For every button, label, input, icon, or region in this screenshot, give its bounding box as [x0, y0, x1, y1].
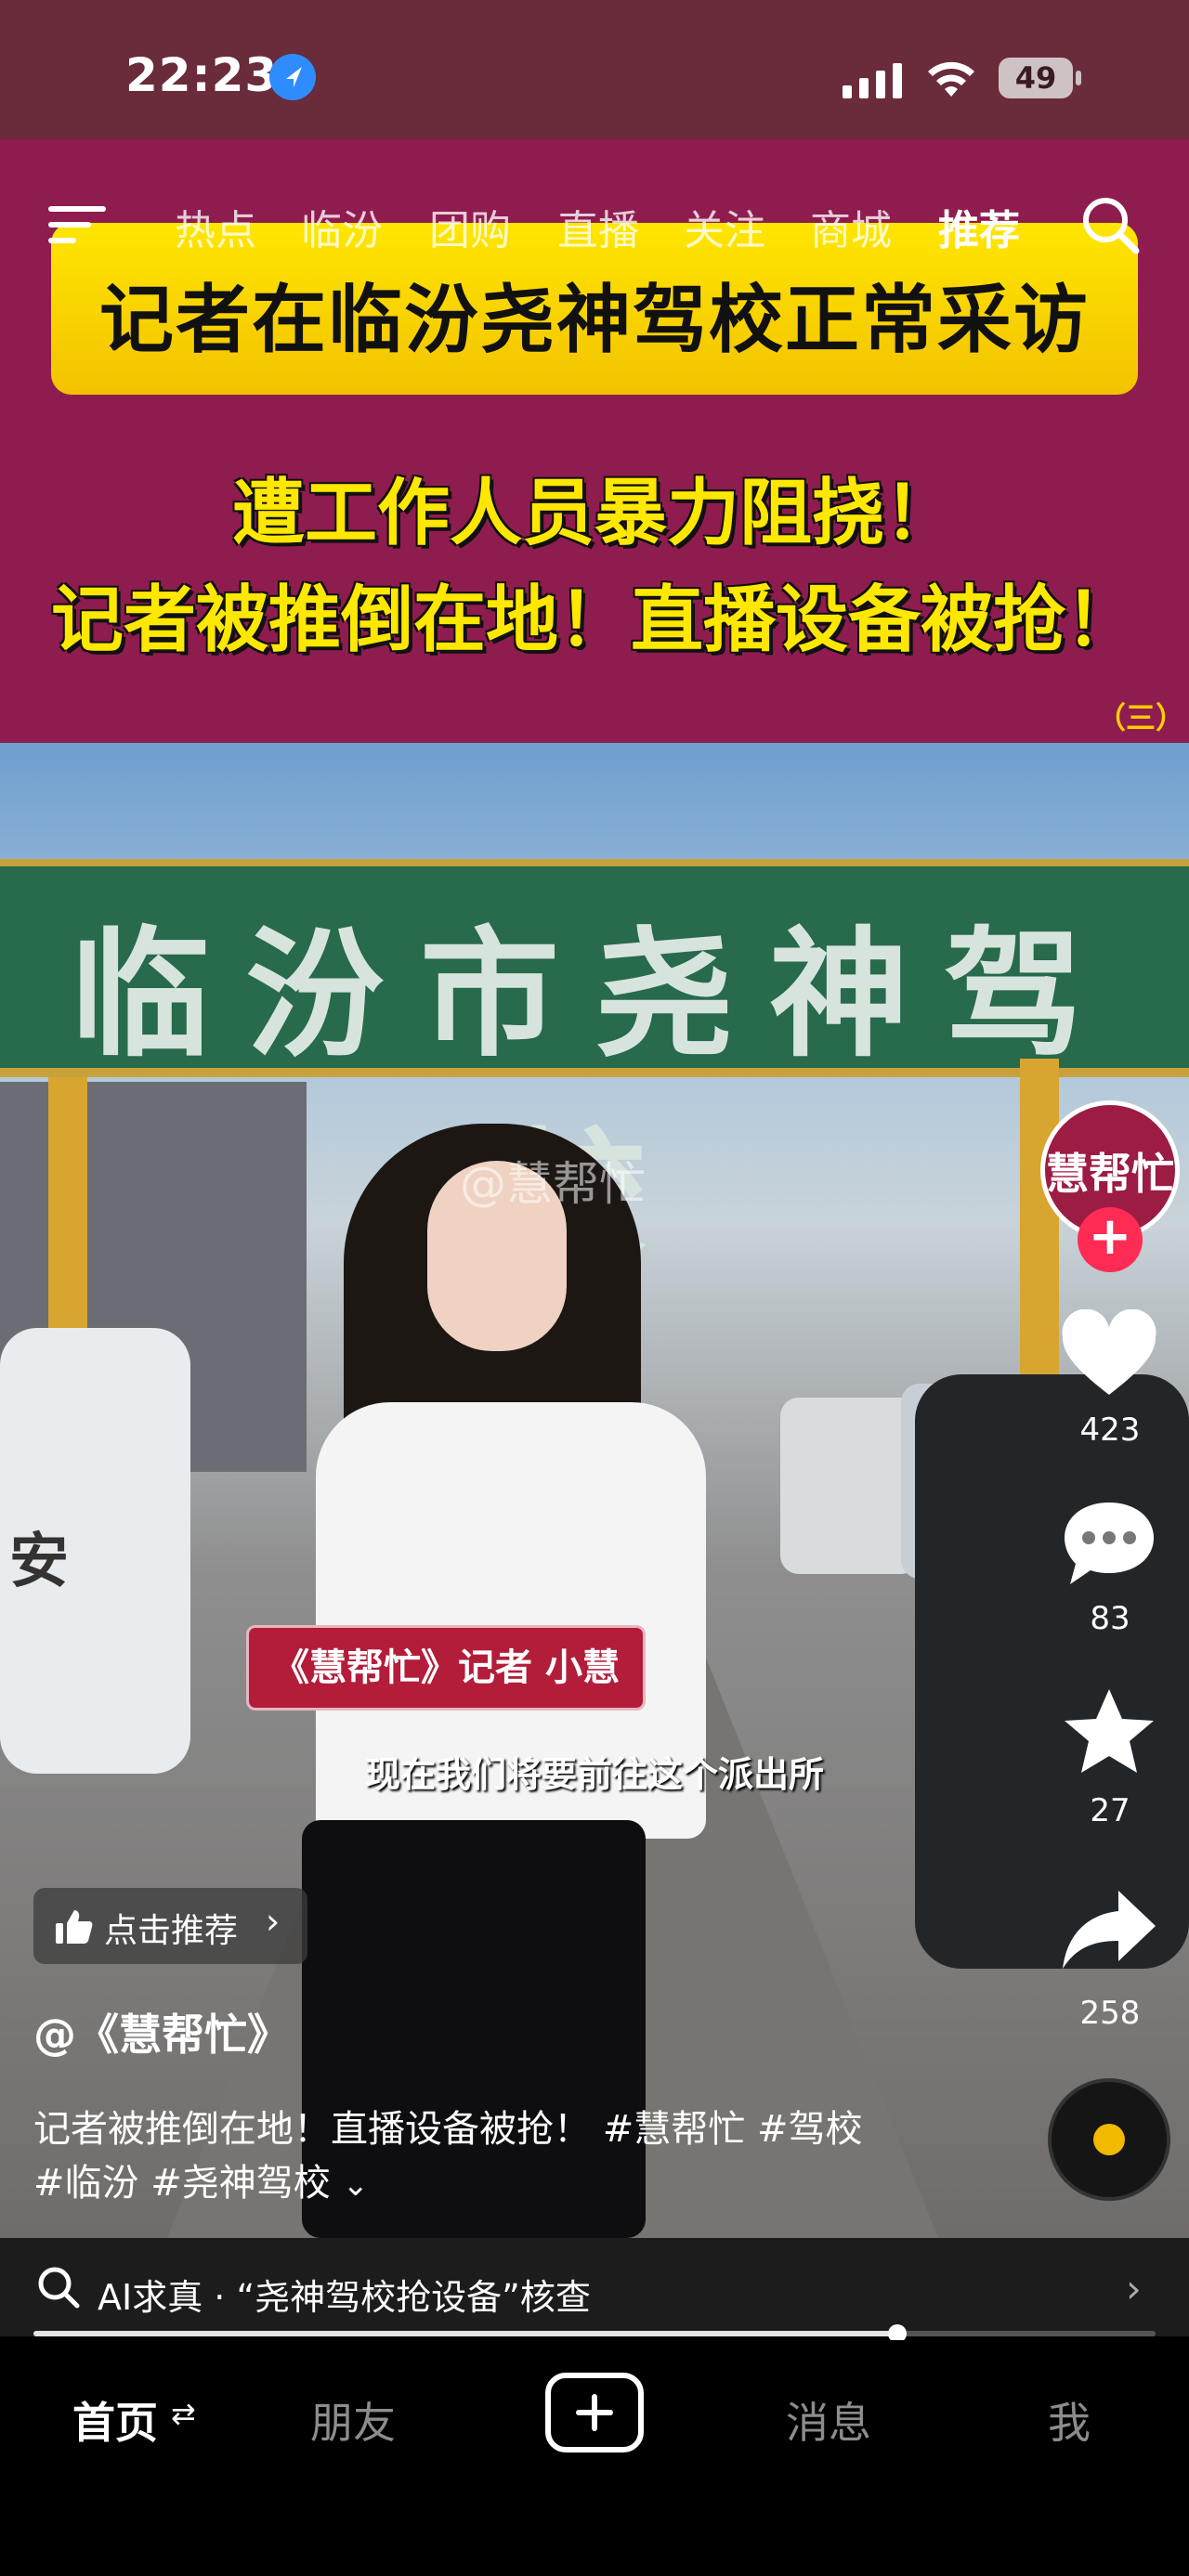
share-count: 258 — [1079, 1995, 1141, 2032]
car-left-text: 安 — [9, 1528, 69, 1596]
swap-icon: ⇄ — [171, 2396, 196, 2431]
banner-headline: 记者在临汾尧神驾校正常采访 — [99, 277, 1090, 363]
tab-recommended[interactable]: 推荐 — [938, 197, 1020, 256]
status-time: 22:23 — [125, 48, 279, 102]
banner-line-2: 记者被推倒在地！直播设备被抢！ — [50, 579, 1138, 662]
tab-messages[interactable]: 消息 — [786, 2389, 871, 2451]
reporter-name-tag: 《慧帮忙》记者 小慧 — [246, 1625, 646, 1711]
car-middle — [780, 1398, 920, 1574]
star-icon[interactable] — [1057, 1685, 1161, 1778]
tab-home[interactable]: 首页 — [72, 2389, 158, 2451]
expand-chevron-icon[interactable]: ⌄ — [342, 2166, 369, 2204]
share-icon[interactable] — [1057, 1885, 1161, 1978]
tab-friends[interactable]: 朋友 — [310, 2389, 396, 2451]
create-plus-button[interactable] — [545, 2373, 644, 2452]
arch-pillar-right — [1020, 1059, 1059, 1374]
caption-line-2[interactable]: #临汾 #尧神驾校 ⌄ — [33, 2153, 369, 2206]
ai-search-icon — [38, 2267, 80, 2309]
tab-live[interactable]: 直播 — [557, 197, 639, 256]
ai-search-text: AI求真 · “尧神驾校抢设备”核查 — [98, 2277, 591, 2318]
menu-icon[interactable] — [48, 204, 106, 245]
favorite-count: 27 — [1090, 1792, 1130, 1829]
tab-me[interactable]: 我 — [1048, 2389, 1091, 2451]
tab-following[interactable]: 关注 — [684, 197, 765, 256]
tab-hot[interactable]: 热点 — [175, 197, 256, 256]
heart-icon[interactable] — [1057, 1309, 1161, 1402]
caption-line-1: 记者被推倒在地！直播设备被抢！ #慧帮忙 #驾校 — [33, 2108, 863, 2151]
comment-icon[interactable] — [1057, 1497, 1161, 1590]
caption-line-2-text: #临汾 #尧神驾校 — [33, 2162, 331, 2205]
avatar-text: 慧帮忙 — [1046, 1149, 1174, 1199]
search-icon[interactable] — [1080, 195, 1142, 256]
battery-icon: 49 — [999, 58, 1073, 98]
comment-count: 83 — [1090, 1600, 1130, 1637]
video-subtitle: 现在我们将要前往这个派出所 — [364, 1754, 824, 1795]
tab-group-buy[interactable]: 团购 — [429, 197, 511, 256]
recommend-label: 点击推荐 — [104, 1912, 239, 1950]
like-count: 423 — [1079, 1412, 1141, 1449]
thumb-up-icon — [56, 1910, 93, 1944]
banner-line-1: 遭工作人员暴力阻挠！ — [231, 472, 957, 555]
chevron-right-icon: › — [1126, 2266, 1142, 2311]
follow-button[interactable]: + — [1078, 1207, 1143, 1272]
progress-fill — [33, 2331, 897, 2336]
location-arrow-icon — [269, 54, 316, 100]
music-disc-center — [1093, 2124, 1125, 2155]
banner-episode: （三） — [1096, 700, 1186, 735]
video-watermark: @慧帮忙 — [460, 1157, 646, 1211]
tab-linfen[interactable]: 临汾 — [301, 197, 383, 256]
tab-mall[interactable]: 商城 — [810, 197, 892, 256]
author-name[interactable]: @《慧帮忙》 — [33, 2001, 290, 2062]
battery-tip — [1076, 71, 1081, 85]
chevron-right-icon: › — [266, 1901, 281, 1942]
car-right — [915, 1374, 1189, 1969]
signal-icon — [843, 63, 902, 98]
wifi-icon — [928, 61, 974, 97]
